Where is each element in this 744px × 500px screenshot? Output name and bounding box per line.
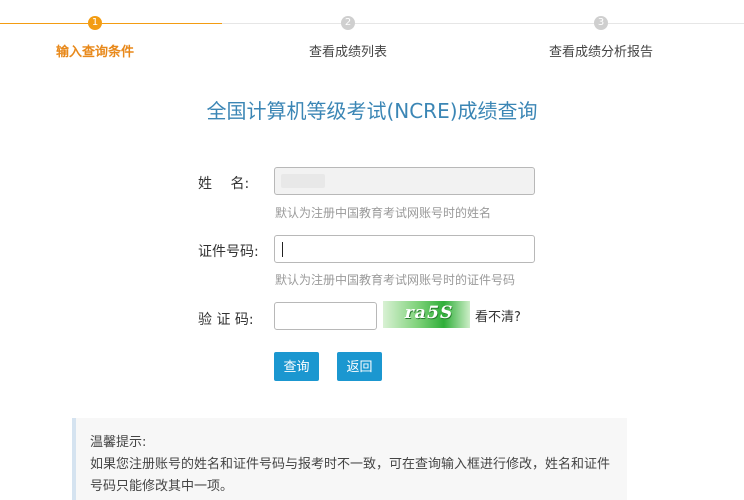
- page-title: 全国计算机等级考试(NCRE)成绩查询: [206, 99, 538, 123]
- query-button[interactable]: 查询: [274, 352, 319, 381]
- name-value-redacted: [281, 174, 325, 188]
- name-input[interactable]: [274, 167, 535, 195]
- name-hint: 默认为注册中国教育考试网账号时的姓名: [275, 206, 492, 220]
- id-number-input[interactable]: [274, 235, 535, 263]
- tips-title: 温馨提示:: [90, 435, 147, 450]
- step-3-label: 查看成绩分析报告: [549, 45, 654, 60]
- step-3-number: 3: [594, 16, 608, 30]
- step-line-3: [222, 23, 341, 24]
- step-progress-line-1: [0, 23, 88, 24]
- step-2-number: 2: [341, 16, 355, 30]
- id-number-hint: 默认为注册中国教育考试网账号时的证件号码: [275, 273, 516, 287]
- step-line-4: [355, 23, 594, 24]
- captcha-input[interactable]: [274, 302, 377, 330]
- captcha-image-text: ra5S: [402, 303, 456, 323]
- tips-body: 如果您注册账号的姓名和证件号码与报考时不一致，可在查询输入框进行修改，姓名和证件…: [90, 457, 611, 494]
- step-line-5: [608, 23, 744, 24]
- step-2-label: 查看成绩列表: [309, 45, 388, 60]
- step-progress-line-2: [102, 23, 222, 24]
- text-caret: [282, 242, 283, 257]
- tips-box: 温馨提示: 如果您注册账号的姓名和证件号码与报考时不一致，可在查询输入框进行修改…: [72, 418, 627, 500]
- name-label: 姓 名:: [198, 176, 250, 192]
- step-1-label: 输入查询条件: [56, 45, 135, 60]
- progress-steps: 1 2 3 输入查询条件 查看成绩列表 查看成绩分析报告: [0, 0, 744, 70]
- captcha-label: 验 证 码:: [198, 312, 254, 328]
- captcha-refresh-link[interactable]: 看不清?: [475, 306, 521, 325]
- id-number-label: 证件号码:: [198, 244, 259, 260]
- back-button[interactable]: 返回: [337, 352, 382, 381]
- captcha-image[interactable]: ra5S: [383, 301, 470, 328]
- step-1-number: 1: [88, 16, 102, 30]
